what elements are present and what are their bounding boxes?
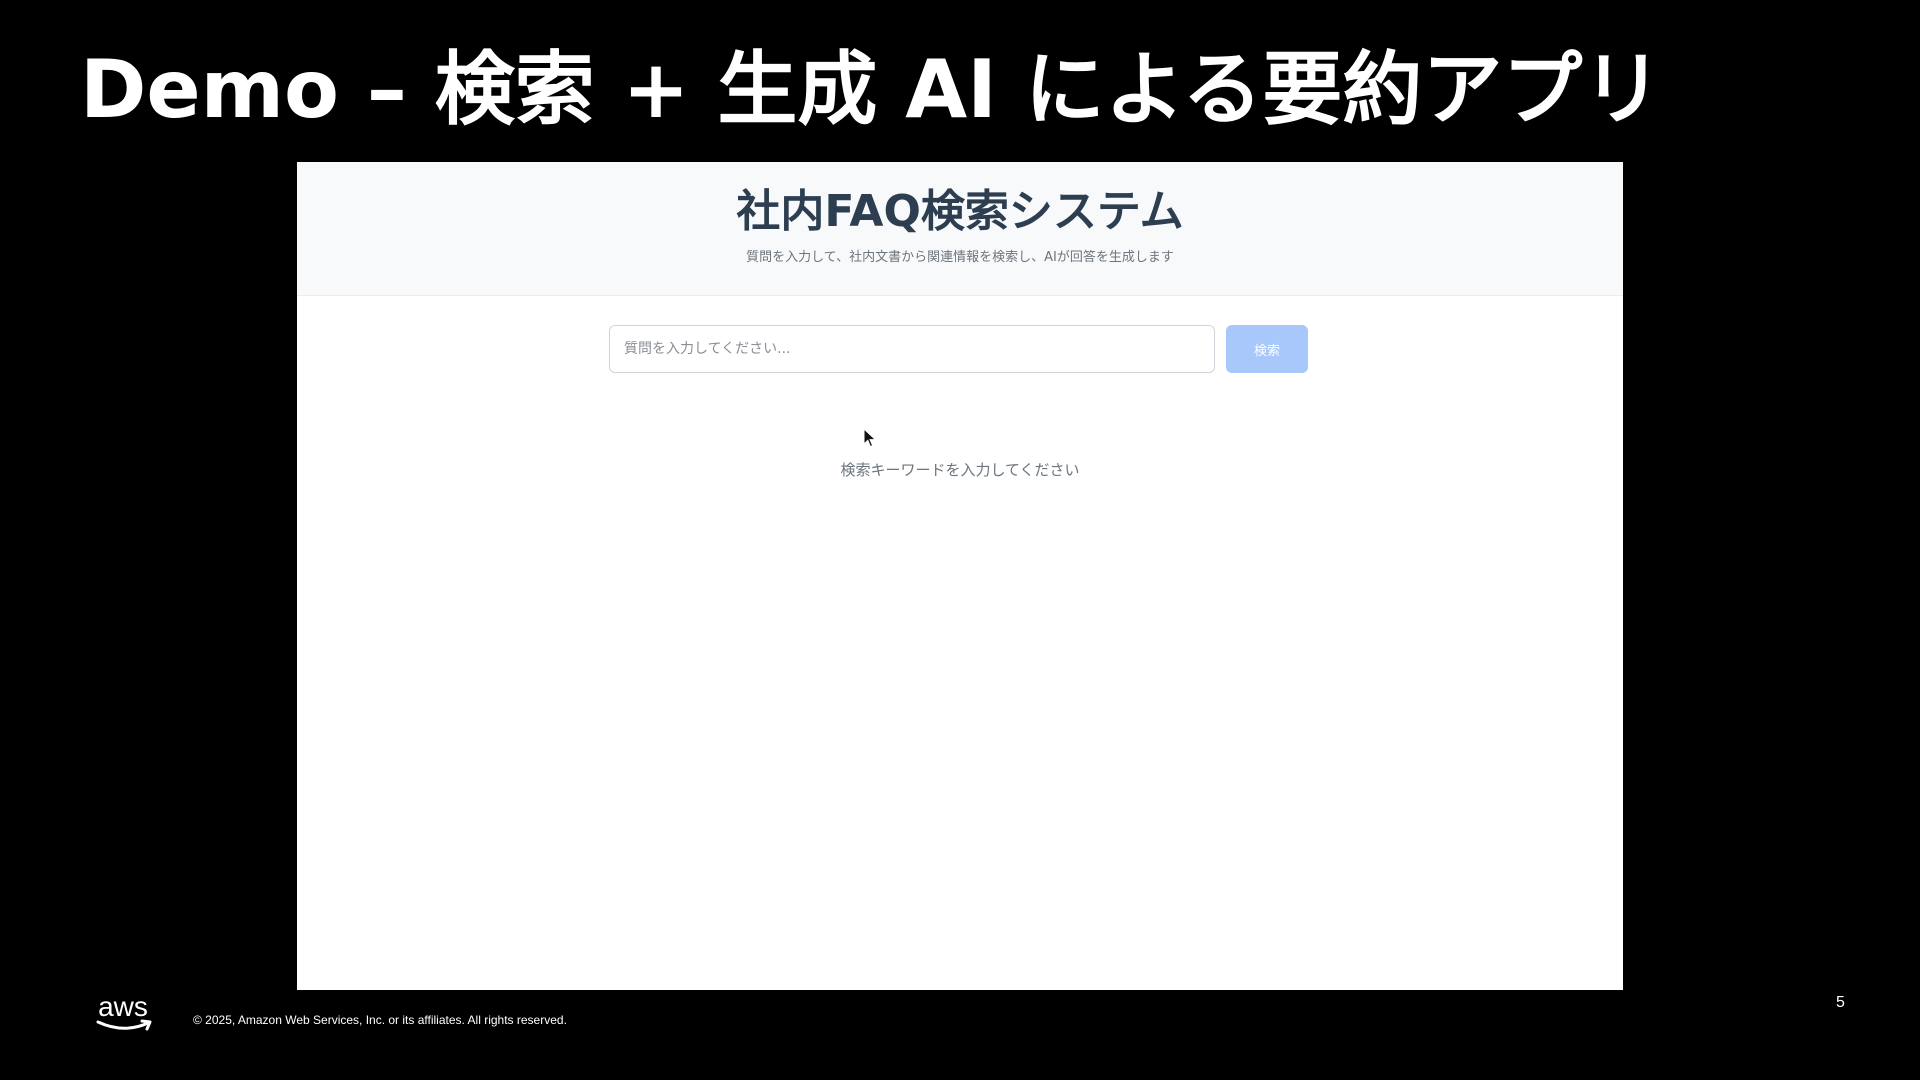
- aws-smile-icon: [96, 1019, 152, 1031]
- copyright-notice: © 2025, Amazon Web Services, Inc. or its…: [193, 1013, 567, 1027]
- aws-logo: aws: [92, 992, 154, 1034]
- app-header: 社内FAQ検索システム 質問を入力して、社内文書から関連情報を検索し、AIが回答…: [297, 162, 1623, 296]
- search-button[interactable]: 検索: [1226, 325, 1308, 373]
- mouse-pointer-icon: [863, 428, 877, 448]
- app-subtitle: 質問を入力して、社内文書から関連情報を検索し、AIが回答を生成します: [746, 250, 1174, 265]
- search-row: 検索: [609, 325, 1309, 373]
- app-title: 社内FAQ検索システム: [736, 186, 1184, 237]
- page-number: 5: [1836, 994, 1845, 1011]
- app-screenshot-frame: 社内FAQ検索システム 質問を入力して、社内文書から関連情報を検索し、AIが回答…: [297, 162, 1623, 990]
- search-input[interactable]: [609, 325, 1215, 373]
- empty-state-message: 検索キーワードを入力してください: [840, 461, 1080, 479]
- slide-title: Demo – 検索 + 生成 AI による要約アプリ: [80, 43, 1663, 136]
